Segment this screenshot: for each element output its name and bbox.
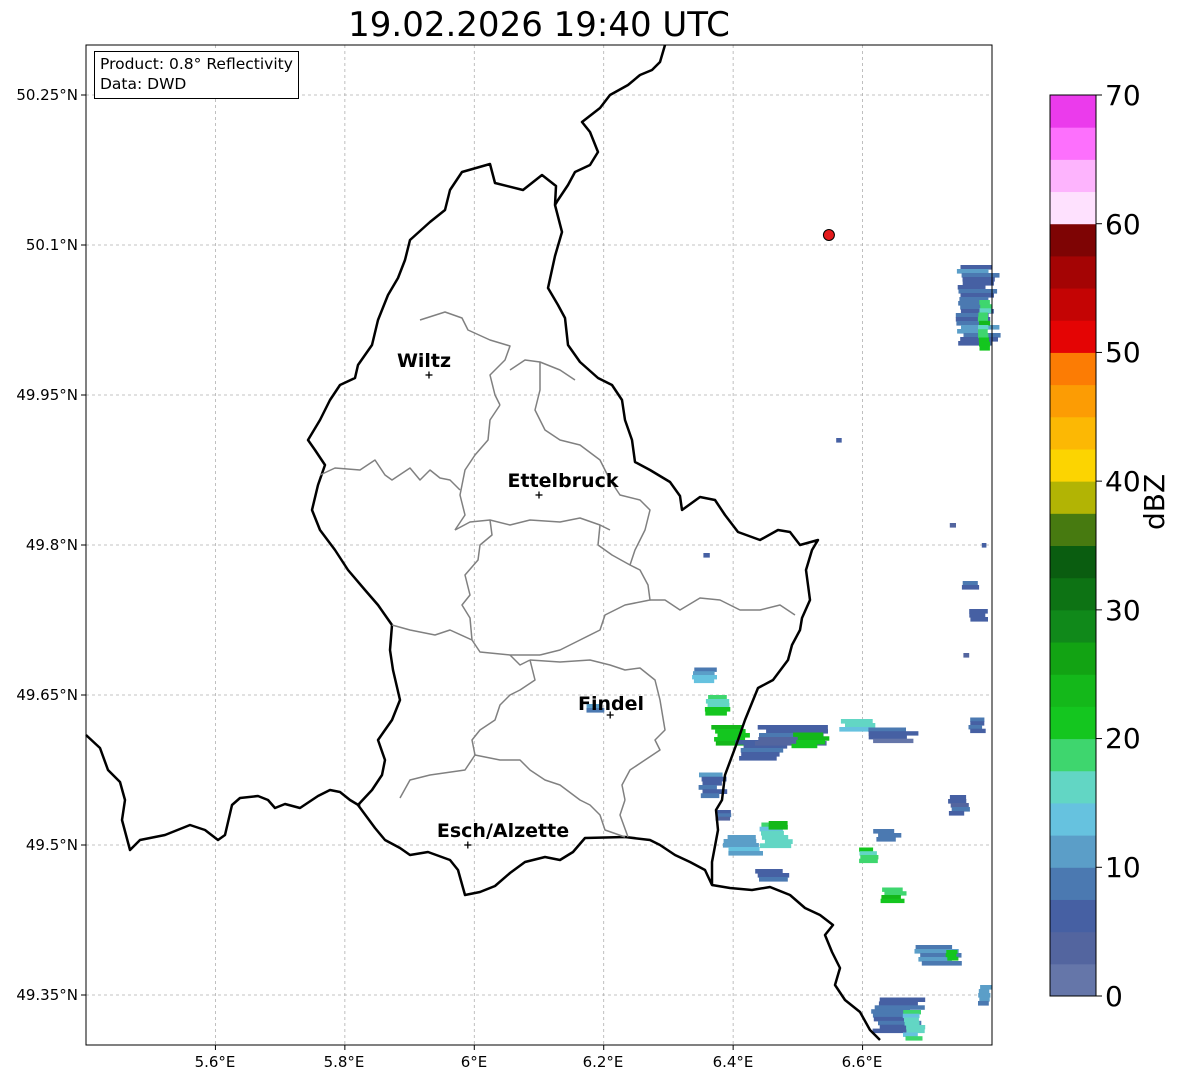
colorbar-tick-label: 50 (1105, 336, 1141, 369)
colorbar-segment (1050, 127, 1096, 160)
colorbar-segment (1050, 320, 1096, 353)
colorbar-segment (1050, 738, 1096, 772)
colorbar-segment (1050, 416, 1096, 450)
colorbar-tick-label: 70 (1105, 79, 1141, 112)
colorbar-segment (1050, 384, 1096, 418)
colorbar-segment (1050, 288, 1096, 321)
colorbar-segment (1050, 223, 1096, 257)
colorbar-segments (1050, 95, 1096, 997)
colorbar-segment (1050, 802, 1096, 836)
colorbar-segment (1050, 577, 1096, 611)
colorbar-segment (1050, 770, 1096, 804)
colorbar (1049, 94, 1102, 997)
colorbar-segment (1050, 642, 1096, 675)
colorbar-segment (1050, 191, 1096, 225)
colorbar-ticks (1096, 94, 1102, 997)
colorbar-tick-label: 60 (1105, 208, 1141, 241)
colorbar-segment (1050, 867, 1096, 900)
colorbar-segment (1050, 352, 1096, 386)
colorbar-segment (1050, 674, 1096, 707)
colorbar-segment (1050, 255, 1096, 289)
colorbar-segment (1050, 963, 1096, 997)
colorbar-segment (1050, 481, 1096, 514)
colorbar-segment (1050, 159, 1096, 193)
colorbar-segment (1050, 95, 1096, 128)
colorbar-tick-label: 30 (1105, 594, 1141, 627)
colorbar-segment (1050, 545, 1096, 579)
colorbar-segment (1050, 835, 1096, 868)
colorbar-segment (1050, 706, 1096, 740)
colorbar-tick-label: 0 (1105, 980, 1123, 1013)
colorbar-segment (1050, 609, 1096, 643)
colorbar-segment (1050, 931, 1096, 965)
colorbar-tick-label: 10 (1105, 851, 1141, 884)
colorbar-tick-label: 40 (1105, 465, 1141, 498)
colorbar-segment (1050, 899, 1096, 933)
colorbar-unit-label: dBZ (1138, 473, 1171, 530)
colorbar-tick-label: 20 (1105, 722, 1141, 755)
colorbar-segment (1050, 513, 1096, 546)
colorbar-segment (1050, 448, 1096, 482)
